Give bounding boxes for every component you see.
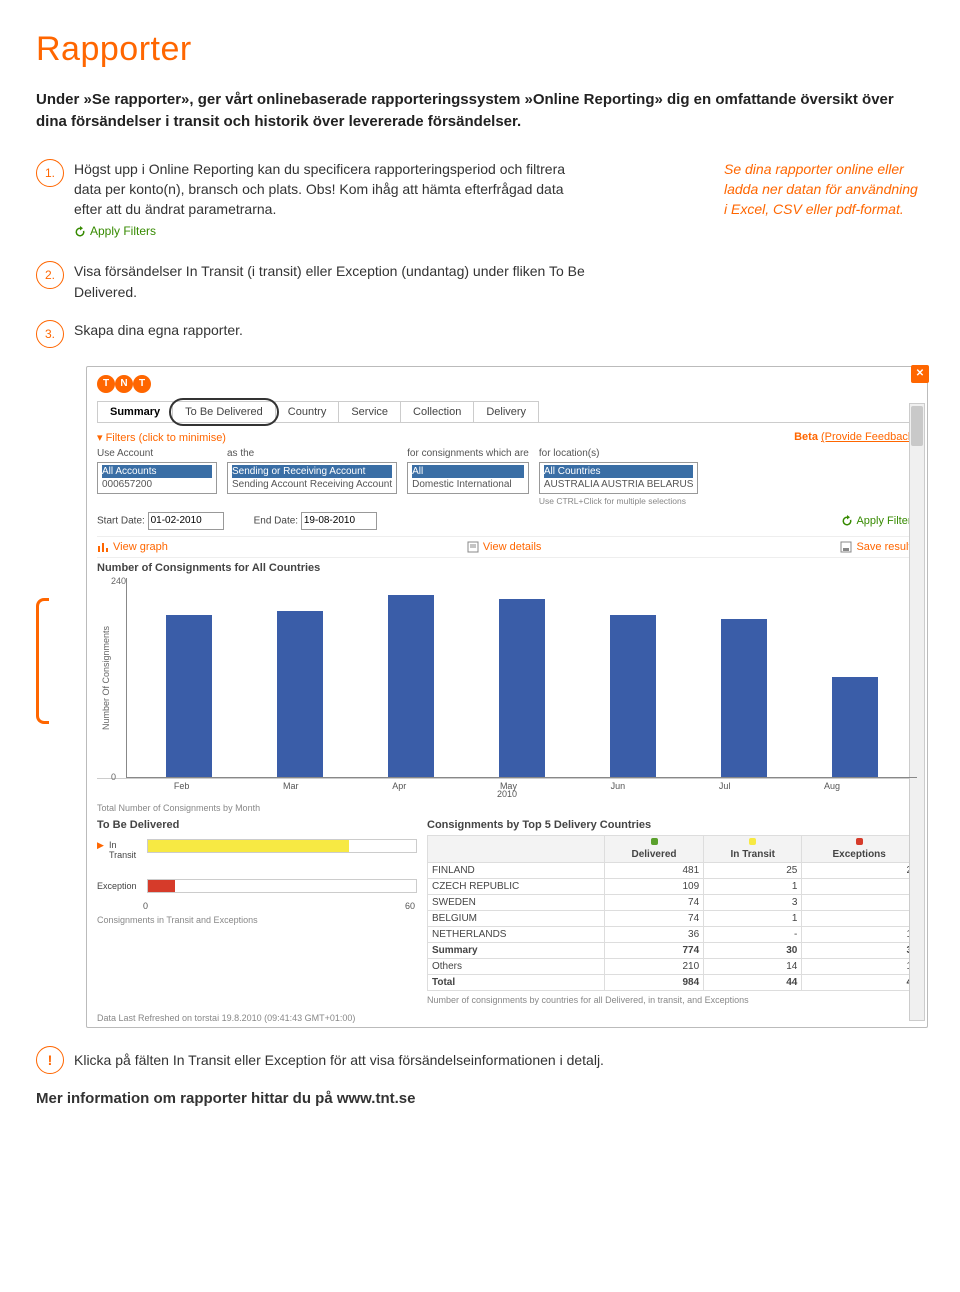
save-results-link[interactable]: Save results — [840, 541, 917, 553]
page-title: Rapporter — [36, 30, 924, 69]
tab-delivery[interactable]: Delivery — [473, 401, 539, 422]
end-date-label: End Date: — [254, 515, 298, 526]
action-bar: View graph View details Save results — [97, 536, 917, 558]
tab-to-be-delivered[interactable]: To Be Delivered — [172, 401, 276, 422]
provide-feedback-link[interactable]: (Provide Feedback) — [821, 431, 917, 443]
table-row: Total984444 — [428, 974, 917, 990]
refreshed-footer: Data Last Refreshed on torstai 19.8.2010… — [97, 1013, 917, 1023]
start-date-label: Start Date: — [97, 515, 145, 526]
table-row: Others210141 — [428, 958, 917, 974]
tab-collection[interactable]: Collection — [400, 401, 474, 422]
side-note: Se dina rapporter online eller ladda ner… — [724, 159, 924, 220]
apply-filters-button[interactable]: Apply Filters — [841, 515, 917, 527]
refresh-icon — [74, 226, 86, 238]
final-line: Mer information om rapporter hittar du p… — [36, 1090, 924, 1107]
tab-service[interactable]: Service — [338, 401, 401, 422]
y-axis-label: Number Of Consignments — [97, 626, 111, 730]
warn-text: Klicka på fälten In Transit eller Except… — [74, 1052, 604, 1068]
top5-footer: Number of consignments by countries for … — [427, 995, 917, 1005]
page-icon — [467, 541, 479, 553]
step-1-badge: 1. — [36, 159, 64, 187]
save-icon — [840, 541, 852, 553]
view-graph-link[interactable]: View graph — [97, 541, 168, 553]
end-date-input[interactable] — [301, 512, 377, 530]
col-header: In Transit — [704, 835, 802, 862]
use-account-label: Use Account — [97, 448, 217, 459]
bar-chart-icon — [97, 541, 109, 553]
step-3-text: Skapa dina egna rapporter. — [74, 320, 243, 340]
chart-title: Number of Consignments for All Countries — [97, 562, 917, 574]
col-header: Exceptions — [802, 835, 917, 862]
filters-toggle[interactable]: ▾ Filters (click to minimise) — [97, 431, 226, 444]
start-date-input[interactable] — [148, 512, 224, 530]
ctrl-tip: Use CTRL+Click for multiple selections — [539, 496, 699, 506]
type-listbox[interactable]: All Domestic International — [407, 462, 529, 494]
table-row: Summary774303 — [428, 942, 917, 958]
tnt-logo: TNT — [97, 375, 917, 393]
apply-filters-inline: Apply Filters — [74, 223, 156, 240]
warn-badge: ! — [36, 1046, 64, 1074]
annotation-bracket — [36, 598, 49, 724]
view-details-link[interactable]: View details — [467, 541, 542, 553]
in-transit-bar[interactable]: ▶In Transit — [97, 839, 417, 853]
tbd-title: To Be Delivered — [97, 819, 417, 831]
close-button[interactable]: ✕ — [911, 365, 929, 383]
table-row: SWEDEN743- — [428, 894, 917, 910]
beta-label: Beta — [794, 431, 818, 443]
bar-Mar — [277, 611, 323, 777]
step-2-text: Visa försändelser In Transit (i transit)… — [74, 261, 594, 302]
app-window: ✕ TNT Summary To Be Delivered Country Se… — [86, 366, 928, 1028]
table-row: NETHERLANDS36-1 — [428, 926, 917, 942]
top5-table: DeliveredIn TransitExceptions FINLAND481… — [427, 835, 917, 991]
x-axis-label: 2010 — [97, 789, 917, 799]
bar-Jul — [721, 619, 767, 777]
as-the-label: as the — [227, 448, 397, 459]
for-loc-label: for location(s) — [539, 448, 699, 459]
bar-Apr — [388, 595, 434, 777]
exception-bar[interactable]: Exception — [97, 879, 417, 893]
table-row: BELGIUM741- — [428, 910, 917, 926]
col-header: Delivered — [604, 835, 703, 862]
tbd-footer: Consignments in Transit and Exceptions — [97, 915, 417, 925]
table-row: CZECH REPUBLIC1091- — [428, 878, 917, 894]
bar-Feb — [166, 615, 212, 777]
filters-panel: Use Account All Accounts 000657200 as th… — [97, 448, 917, 506]
step-3-badge: 3. — [36, 320, 64, 348]
bar-May — [499, 599, 545, 777]
tab-summary[interactable]: Summary — [97, 401, 173, 422]
chart-caption: Total Number of Consignments by Month — [97, 803, 917, 813]
role-listbox[interactable]: Sending or Receiving Account Sending Acc… — [227, 462, 397, 494]
tab-bar: Summary To Be Delivered Country Service … — [97, 401, 917, 423]
bar-Jun — [610, 615, 656, 777]
refresh-icon — [841, 515, 853, 527]
tab-country[interactable]: Country — [275, 401, 340, 422]
top5-title: Consignments by Top 5 Delivery Countries — [427, 819, 917, 831]
bar-Aug — [832, 677, 878, 777]
intro-paragraph: Under »Se rapporter», ger vårt onlinebas… — [36, 89, 916, 133]
bar-chart: Number Of Consignments 240 0 — [97, 578, 917, 779]
step-2-badge: 2. — [36, 261, 64, 289]
col-header — [428, 835, 605, 862]
hbar-x-axis: 060 — [143, 901, 415, 911]
y-scale: 240 0 — [111, 578, 126, 778]
step-1-text: Högst upp i Online Reporting kan du spec… — [74, 159, 594, 244]
for-cons-label: for consignments which are — [407, 448, 529, 459]
location-listbox[interactable]: All Countries AUSTRALIA AUSTRIA BELARUS — [539, 462, 699, 494]
table-row: FINLAND481252 — [428, 862, 917, 878]
account-listbox[interactable]: All Accounts 000657200 — [97, 462, 217, 494]
